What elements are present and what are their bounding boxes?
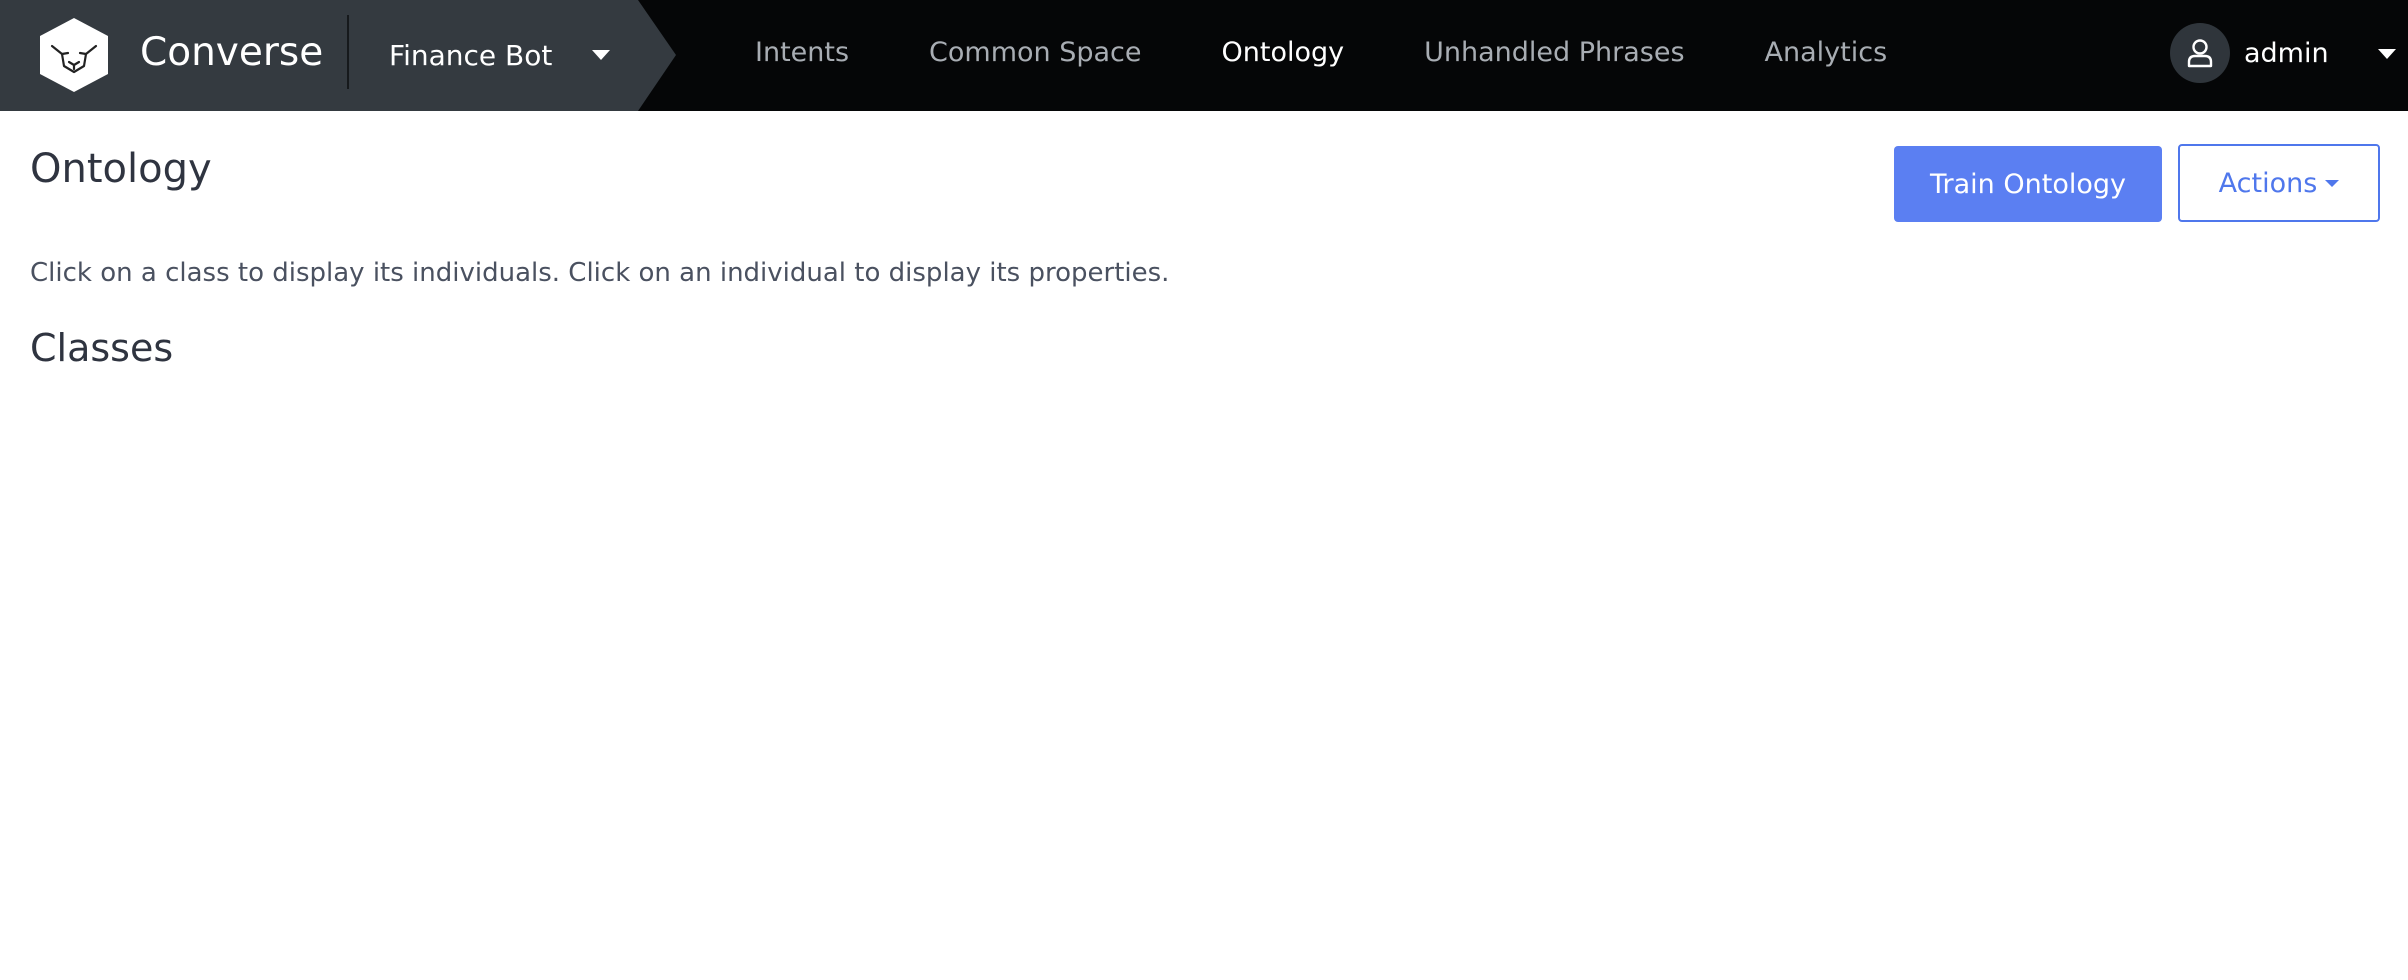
main-nav: Intents Common Space Ontology Unhandled … — [755, 0, 1967, 105]
bot-selector-value: Finance Bot — [389, 38, 553, 72]
user-menu[interactable]: admin — [2170, 22, 2329, 84]
nav-item-unhandled-phrases[interactable]: Unhandled Phrases — [1424, 37, 1684, 68]
caret-down-icon — [2325, 179, 2340, 187]
chevron-down-icon — [592, 50, 611, 60]
classes-heading: Classes — [30, 326, 174, 370]
brand-name[interactable]: Converse — [140, 26, 323, 80]
nav-item-intents[interactable]: Intents — [755, 37, 849, 68]
user-name: admin — [2244, 37, 2329, 69]
actions-dropdown-button[interactable]: Actions — [2178, 144, 2380, 222]
nav-item-analytics[interactable]: Analytics — [1765, 37, 1888, 68]
brand-area: Converse Finance Bot — [0, 0, 676, 111]
top-navbar: Converse Finance Bot Intents Common Spac… — [0, 0, 2408, 111]
train-ontology-button[interactable]: Train Ontology — [1894, 146, 2162, 222]
avatar — [2170, 23, 2230, 83]
brand-divider — [347, 15, 349, 89]
lion-hexagon-icon[interactable] — [38, 16, 110, 94]
page-title: Ontology — [30, 146, 212, 192]
chevron-down-icon[interactable] — [2378, 49, 2396, 59]
user-icon — [2187, 39, 2213, 68]
bot-selector-dropdown[interactable]: Finance Bot — [389, 28, 611, 82]
instructions-text: Click on a class to display its individu… — [30, 258, 1170, 288]
nav-item-ontology[interactable]: Ontology — [1222, 37, 1345, 68]
nav-item-common-space[interactable]: Common Space — [929, 37, 1141, 68]
actions-button-label: Actions — [2218, 167, 2318, 199]
